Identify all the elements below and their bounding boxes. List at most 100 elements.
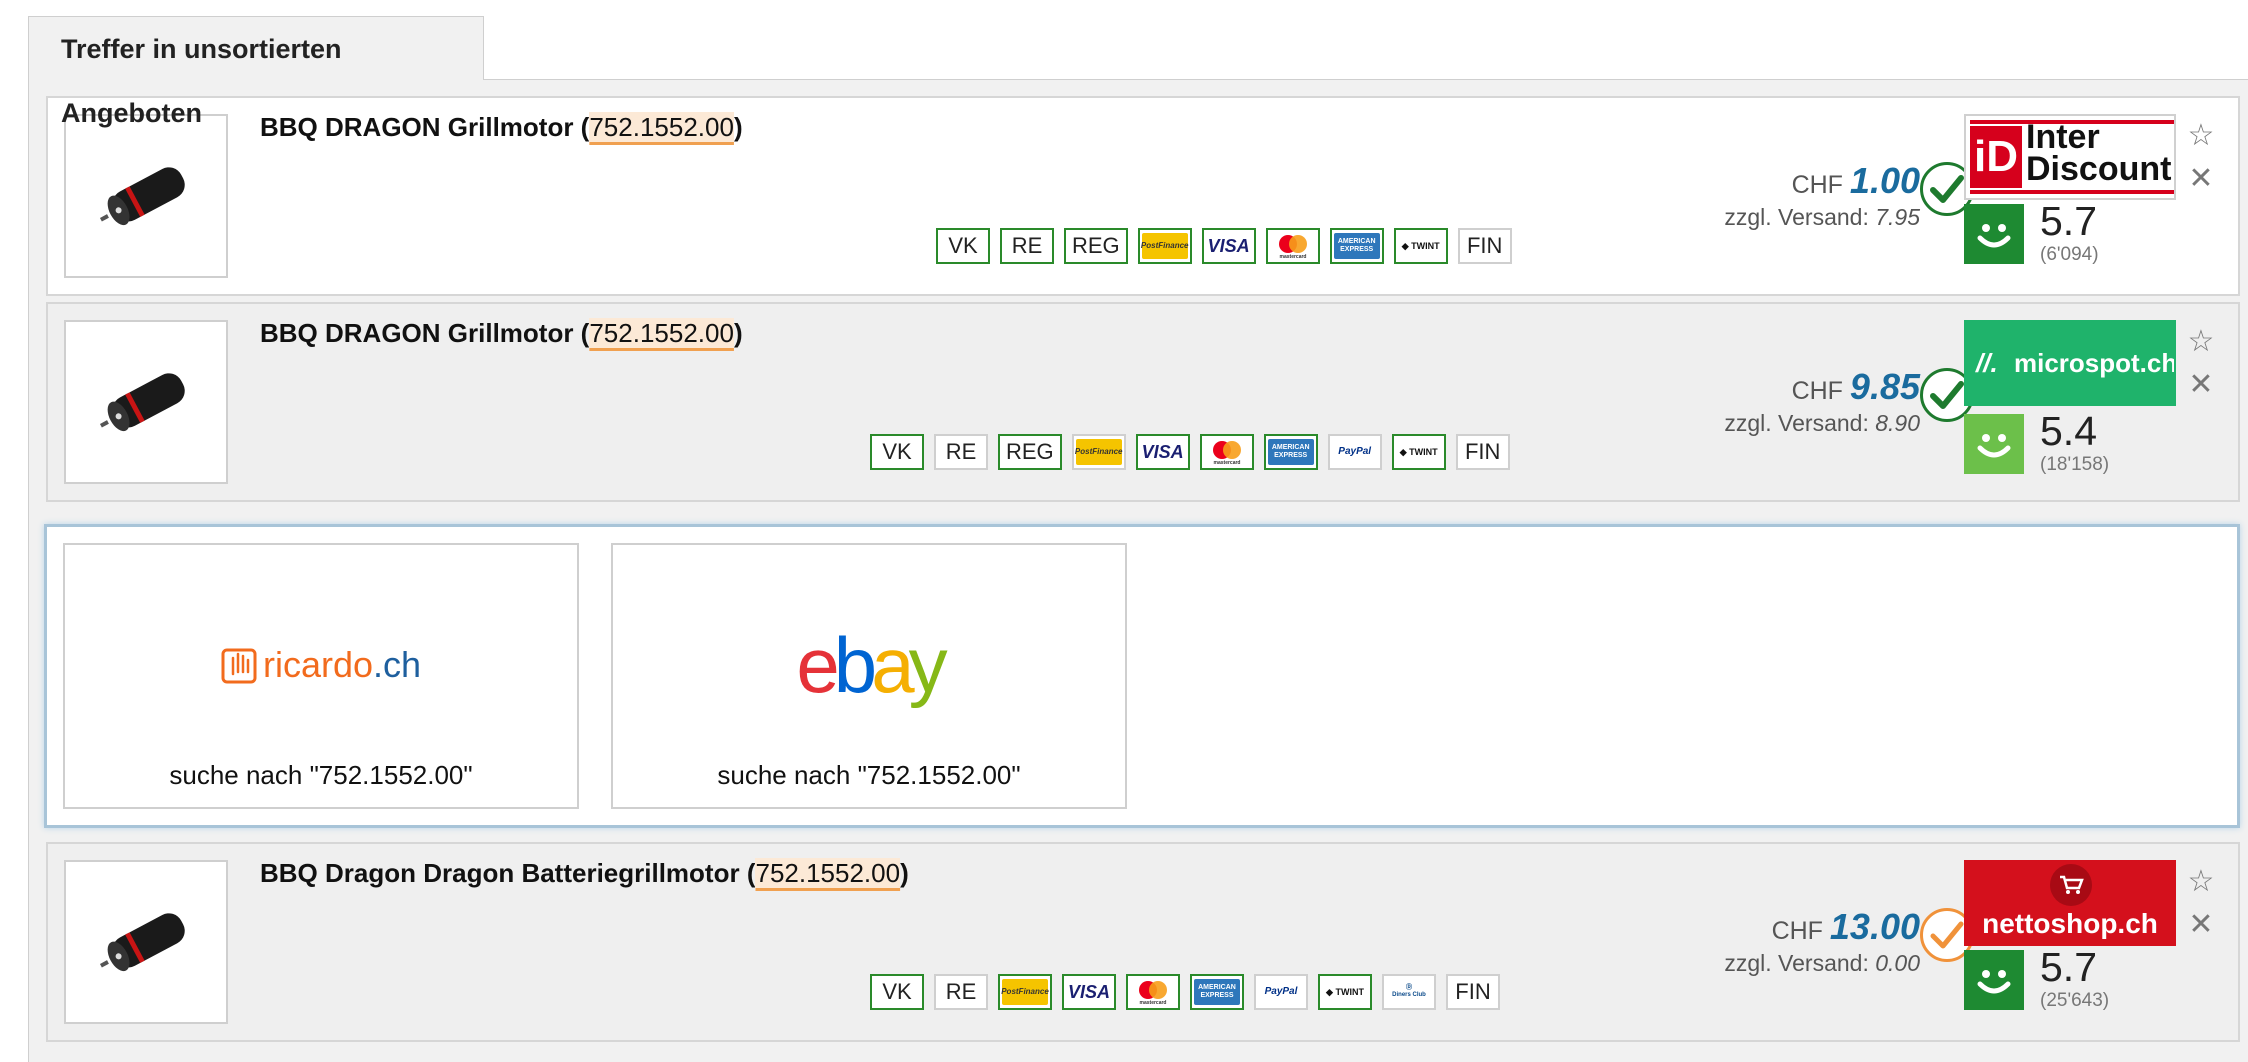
shop-rating[interactable]: 5.7 (25'643) — [1964, 944, 2148, 1011]
rating-count: (18'158) — [2040, 454, 2110, 475]
results-page: Treffer in unsortierten Angeboten BBQ DR… — [0, 0, 2248, 1062]
offer-row[interactable]: BBQ DRAGON Grillmotor (752.1552.00) VK R… — [46, 96, 2240, 296]
title-text: BBQ Dragon Dragon Batteriegrillmotor ( — [260, 858, 756, 888]
price-value: 1.00 — [1849, 160, 1920, 201]
twint-icon: ◆ TWINT — [1393, 228, 1448, 264]
product-thumbnail[interactable] — [64, 320, 228, 484]
rating-score: 5.7 — [2040, 944, 2097, 990]
smiley-icon — [1964, 204, 2024, 264]
tab-unsorted-offers[interactable]: Treffer in unsortierten Angeboten — [28, 16, 484, 128]
interdiscount-mark: iD — [1970, 126, 2022, 188]
ricardo-hand-icon — [221, 648, 257, 684]
ricardo-logo-tld: .ch — [373, 644, 422, 685]
mastercard-icon: mastercard — [1199, 434, 1254, 470]
payment-vk: VK — [870, 974, 924, 1010]
product-thumbnail[interactable] — [64, 860, 228, 1024]
mastercard-icon: mastercard — [1265, 228, 1320, 264]
ebay-search-caption: suche nach "752.1552.00" — [717, 760, 1021, 790]
title-suffix: ) — [733, 318, 743, 348]
title-suffix: ) — [900, 858, 909, 888]
price-value: 9.85 — [1849, 366, 1920, 407]
price-value: 13.00 — [1829, 906, 1920, 947]
offer-row[interactable]: BBQ Dragon Dragon Batteriegrillmotor (75… — [46, 842, 2240, 1042]
close-icon[interactable]: ✕ — [2188, 909, 2213, 940]
article-code-text: 752.1552.00 — [755, 858, 901, 888]
payment-methods: VK RE REG PostFinance VISA mastercard AM… — [936, 228, 1512, 266]
offer-title[interactable]: BBQ Dragon Dragon Batteriegrillmotor (75… — [260, 858, 909, 889]
payment-fin: FIN — [1446, 974, 1500, 1010]
article-code-text: 752.1552.00 — [589, 318, 734, 348]
close-icon[interactable]: ✕ — [2188, 163, 2213, 194]
currency: CHF — [1771, 917, 1823, 945]
rating-score: 5.4 — [2040, 408, 2097, 454]
close-icon[interactable]: ✕ — [2188, 369, 2213, 400]
ebay-search-card[interactable]: ebay suche nach "752.1552.00" — [611, 543, 1127, 809]
ricardo-logo: ricardo .ch — [65, 625, 577, 705]
svg-text:mastercard: mastercard — [1279, 254, 1306, 259]
ebay-logo: ebay — [796, 620, 947, 709]
currency: CHF — [1791, 171, 1843, 199]
rating-count: (25'643) — [2040, 990, 2110, 1011]
shop-logo-nettoshop[interactable]: nettoshop.ch — [1964, 860, 2176, 946]
shop-logo-interdiscount[interactable]: iD Inter Discount — [1964, 114, 2176, 200]
payment-re: RE — [1000, 228, 1054, 264]
star-icon[interactable]: ☆ — [2188, 326, 2215, 357]
offer-actions: ☆ ✕ — [2176, 860, 2226, 946]
twint-icon: ◆ TWINT — [1318, 974, 1372, 1010]
rating-count: (6'094) — [2040, 244, 2099, 265]
nettoshop-text: nettoshop.ch — [1982, 908, 2158, 939]
svg-text:mastercard: mastercard — [1140, 1000, 1167, 1005]
smiley-icon — [1964, 414, 2024, 474]
shop-rating[interactable]: 5.4 (18'158) — [1964, 408, 2148, 475]
ricardo-logo-text: ricardo — [262, 644, 373, 685]
title-suffix: ) — [733, 112, 743, 142]
postfinance-icon: PostFinance — [998, 974, 1052, 1010]
shipping-label: zzgl. Versand: — [1724, 410, 1869, 436]
product-image — [99, 913, 185, 972]
visa-icon: VISA — [1135, 434, 1190, 470]
offer-title[interactable]: BBQ DRAGON Grillmotor (752.1552.00) — [260, 318, 743, 349]
payment-fin: FIN — [1457, 228, 1512, 264]
paypal-icon: PayPal — [1327, 434, 1382, 470]
article-code: 752.1552.00 — [589, 318, 734, 348]
price-block: CHF 13.00 zzgl. Versand: 0.00 — [1724, 906, 1920, 977]
rating-score: 5.7 — [2040, 198, 2097, 244]
smiley-icon — [1964, 950, 2024, 1010]
shipping-label: zzgl. Versand: — [1724, 950, 1869, 976]
offer-row[interactable]: BBQ DRAGON Grillmotor (752.1552.00) VK R… — [46, 302, 2240, 502]
shipping-value: 7.95 — [1875, 204, 1920, 230]
twint-icon: ◆ TWINT — [1391, 434, 1446, 470]
amex-icon: AMERICAN EXPRESS — [1329, 228, 1384, 264]
shipping-value: 8.90 — [1875, 410, 1920, 436]
interdiscount-text-2: Discount — [2026, 150, 2172, 188]
postfinance-icon: PostFinance — [1137, 228, 1192, 264]
offer-title[interactable]: BBQ DRAGON Grillmotor (752.1552.00) — [260, 112, 743, 143]
article-code-text: 752.1552.00 — [589, 112, 734, 142]
amex-icon: AMERICAN EXPRESS — [1263, 434, 1318, 470]
shop-logo-microspot[interactable]: //. microspot.ch — [1964, 320, 2176, 406]
payment-re: RE — [934, 974, 988, 1010]
article-code: 752.1552.00 — [589, 112, 734, 142]
payment-vk: VK — [870, 434, 924, 470]
svg-text:mastercard: mastercard — [1213, 460, 1240, 465]
star-icon[interactable]: ☆ — [2188, 866, 2215, 897]
postfinance-icon: PostFinance — [1071, 434, 1126, 470]
product-image — [99, 373, 185, 432]
mastercard-icon: mastercard — [1126, 974, 1180, 1010]
diners-club-icon: Ⓓ Diners Club — [1382, 974, 1436, 1010]
payment-methods: VK RE REG PostFinance VISA mastercard AM… — [870, 434, 1510, 472]
payment-reg: REG — [1064, 228, 1128, 264]
shop-rating[interactable]: 5.7 (6'094) — [1964, 198, 2148, 265]
cart-icon — [2050, 864, 2092, 906]
payment-fin: FIN — [1455, 434, 1510, 470]
amex-icon: AMERICAN EXPRESS — [1190, 974, 1244, 1010]
shipping-label: zzgl. Versand: — [1724, 204, 1869, 230]
ricardo-search-caption: suche nach "752.1552.00" — [169, 760, 473, 790]
payment-vk: VK — [936, 228, 990, 264]
ricardo-search-card[interactable]: ricardo .ch suche nach "752.1552.00" — [63, 543, 579, 809]
paypal-icon: PayPal — [1254, 974, 1308, 1010]
price-block: CHF 1.00 zzgl. Versand: 7.95 — [1724, 160, 1920, 231]
offer-actions: ☆ ✕ — [2176, 320, 2226, 406]
title-text: BBQ DRAGON Grillmotor ( — [260, 112, 590, 142]
star-icon[interactable]: ☆ — [2188, 120, 2215, 151]
